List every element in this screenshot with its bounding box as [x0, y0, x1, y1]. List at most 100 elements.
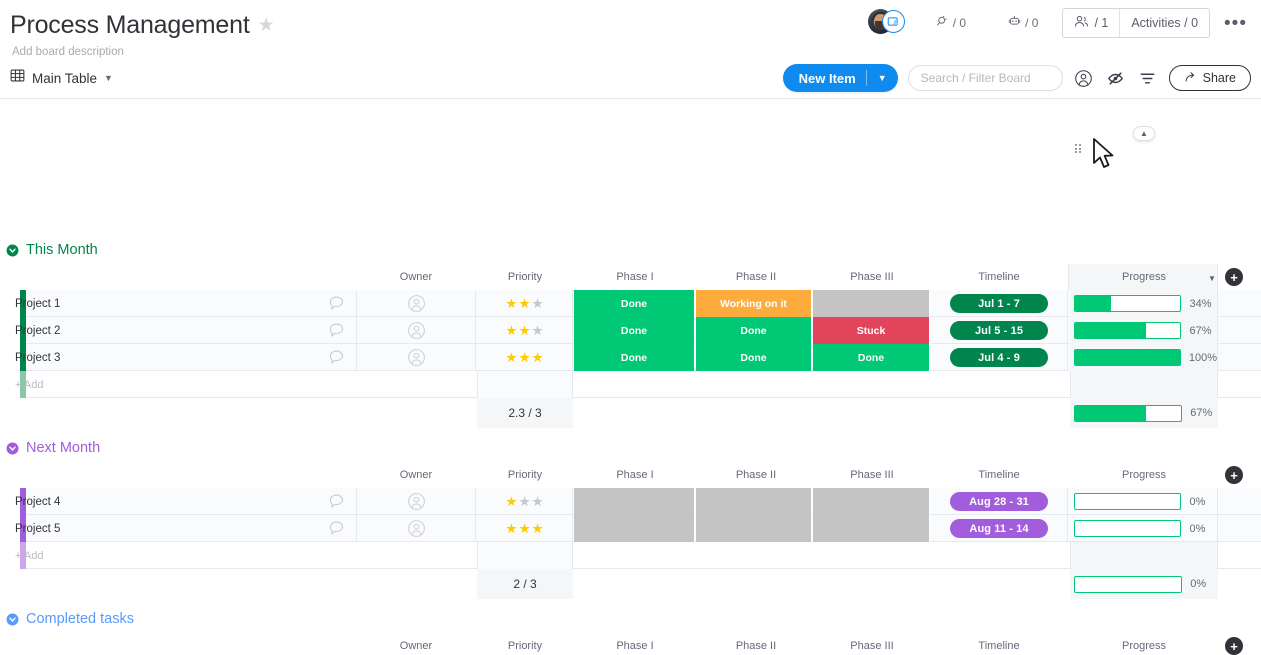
- column-header-timeline[interactable]: Timeline: [939, 264, 1059, 290]
- column-header-phase-iii[interactable]: Phase III: [812, 462, 932, 488]
- status-cell-p3[interactable]: [813, 290, 930, 317]
- chat-bubble-icon[interactable]: [328, 295, 345, 312]
- priority-stars[interactable]: ★★★: [505, 495, 543, 509]
- person-avatar-icon[interactable]: [407, 519, 426, 538]
- status-cell-p2[interactable]: [696, 488, 812, 515]
- tab-main-table[interactable]: Main Table ▼: [10, 68, 113, 88]
- owner-cell[interactable]: [356, 290, 476, 317]
- status-cell-p2[interactable]: Working on it: [696, 290, 812, 317]
- timeline-cell[interactable]: Aug 28 - 31: [931, 488, 1068, 515]
- priority-cell[interactable]: ★★★: [477, 317, 573, 344]
- person-avatar-icon[interactable]: [407, 294, 426, 313]
- owner-cell[interactable]: [356, 344, 476, 371]
- collapse-group-icon[interactable]: [6, 442, 19, 455]
- more-options-icon[interactable]: •••: [1222, 14, 1249, 33]
- column-header-phase-i[interactable]: Phase I: [575, 264, 695, 290]
- column-header-phase-i[interactable]: Phase I: [575, 633, 695, 655]
- status-cell-p1[interactable]: Done: [574, 344, 695, 371]
- priority-stars[interactable]: ★★★: [505, 324, 543, 338]
- chat-bubble-icon[interactable]: [328, 520, 345, 537]
- status-cell-p1[interactable]: [574, 488, 695, 515]
- chat-cell[interactable]: [318, 344, 354, 371]
- chevron-down-icon[interactable]: ▼: [1208, 274, 1216, 283]
- chat-bubble-icon[interactable]: [328, 493, 345, 510]
- eye-hidden-icon[interactable]: [1105, 67, 1127, 89]
- status-cell-p2[interactable]: Done: [696, 344, 812, 371]
- chat-bubble-icon[interactable]: [328, 349, 345, 366]
- timeline-cell[interactable]: Aug 11 - 14: [931, 515, 1068, 542]
- column-header-phase-i[interactable]: Phase I: [575, 462, 695, 488]
- search-count-chip[interactable]: / 0: [918, 9, 980, 37]
- progress-cell[interactable]: 0%: [1070, 515, 1218, 542]
- board-members-button[interactable]: / 1: [1063, 9, 1119, 37]
- chevron-down-icon[interactable]: ▼: [104, 73, 113, 83]
- person-filter-icon[interactable]: [1073, 67, 1095, 89]
- chat-cell[interactable]: [318, 488, 354, 515]
- group-title[interactable]: Completed tasks: [26, 612, 134, 627]
- group-title[interactable]: This Month: [26, 243, 98, 258]
- chat-cell[interactable]: [318, 515, 354, 542]
- priority-cell[interactable]: ★★★: [477, 290, 573, 317]
- column-drag-handle[interactable]: [1075, 144, 1081, 153]
- column-header-phase-iii[interactable]: Phase III: [812, 633, 932, 655]
- add-column-button[interactable]: +: [1225, 268, 1243, 286]
- column-header-timeline[interactable]: Timeline: [939, 462, 1059, 488]
- priority-cell[interactable]: ★★★: [477, 344, 573, 371]
- column-header-progress[interactable]: Progress: [1084, 462, 1204, 488]
- column-header-progress[interactable]: Progress: [1084, 633, 1204, 655]
- table-row[interactable]: Project 5★★★Aug 11 - 140%: [0, 515, 1261, 542]
- progress-cell[interactable]: 100%: [1070, 344, 1218, 371]
- column-header-priority[interactable]: Priority: [465, 462, 585, 488]
- column-header-phase-ii[interactable]: Phase II: [696, 264, 816, 290]
- priority-cell[interactable]: ★★★: [477, 515, 573, 542]
- avatar-group[interactable]: [868, 9, 908, 37]
- person-avatar-icon[interactable]: [407, 321, 426, 340]
- add-column-button[interactable]: +: [1225, 466, 1243, 484]
- board-description[interactable]: Add board description: [10, 46, 1245, 58]
- progress-cell[interactable]: 67%: [1070, 317, 1218, 344]
- person-avatar-icon[interactable]: [407, 492, 426, 511]
- progress-cell[interactable]: 34%: [1070, 290, 1218, 317]
- invite-members-icon[interactable]: [882, 10, 905, 33]
- group-title[interactable]: Next Month: [26, 441, 100, 456]
- new-item-chevron-icon[interactable]: ▼: [867, 64, 898, 92]
- chat-cell[interactable]: [318, 290, 354, 317]
- column-header-owner[interactable]: Owner: [356, 462, 476, 488]
- status-cell-p2[interactable]: Done: [696, 317, 812, 344]
- search-input[interactable]: [921, 71, 1050, 85]
- table-row[interactable]: Project 3★★★DoneDoneDoneJul 4 - 9100%: [0, 344, 1261, 371]
- status-cell-p3[interactable]: Done: [813, 344, 930, 371]
- column-header-progress[interactable]: Progress: [1084, 264, 1204, 290]
- add-column-button[interactable]: +: [1225, 637, 1243, 655]
- status-cell-p1[interactable]: Done: [574, 317, 695, 344]
- status-cell-p3[interactable]: Stuck: [813, 317, 930, 344]
- timeline-cell[interactable]: Jul 1 - 7: [931, 290, 1068, 317]
- timeline-cell[interactable]: Jul 5 - 15: [931, 317, 1068, 344]
- activities-button[interactable]: Activities / 0: [1119, 9, 1209, 37]
- column-header-timeline[interactable]: Timeline: [939, 633, 1059, 655]
- priority-stars[interactable]: ★★★: [505, 297, 543, 311]
- chat-cell[interactable]: [318, 317, 354, 344]
- column-header-priority[interactable]: Priority: [465, 264, 585, 290]
- person-avatar-icon[interactable]: [407, 348, 426, 367]
- timeline-cell[interactable]: Jul 4 - 9: [931, 344, 1068, 371]
- star-icon[interactable]: ★: [258, 16, 275, 35]
- column-header-priority[interactable]: Priority: [465, 633, 585, 655]
- automation-count-chip[interactable]: / 0: [990, 9, 1052, 37]
- status-cell-p1[interactable]: [574, 515, 695, 542]
- new-item-button[interactable]: New Item ▼: [783, 64, 898, 92]
- search-input-wrapper[interactable]: [908, 65, 1063, 91]
- priority-stars[interactable]: ★★★: [505, 522, 543, 536]
- owner-cell[interactable]: [356, 515, 476, 542]
- column-header-phase-iii[interactable]: Phase III: [812, 264, 932, 290]
- priority-stars[interactable]: ★★★: [505, 351, 543, 365]
- column-sort-pill[interactable]: ▲: [1133, 126, 1155, 141]
- share-button[interactable]: Share: [1169, 65, 1251, 91]
- add-item-row[interactable]: + Add: [0, 542, 1261, 569]
- priority-cell[interactable]: ★★★: [477, 488, 573, 515]
- column-header-owner[interactable]: Owner: [356, 264, 476, 290]
- collapse-group-icon[interactable]: [6, 244, 19, 257]
- status-cell-p2[interactable]: [696, 515, 812, 542]
- owner-cell[interactable]: [356, 488, 476, 515]
- chat-bubble-icon[interactable]: [328, 322, 345, 339]
